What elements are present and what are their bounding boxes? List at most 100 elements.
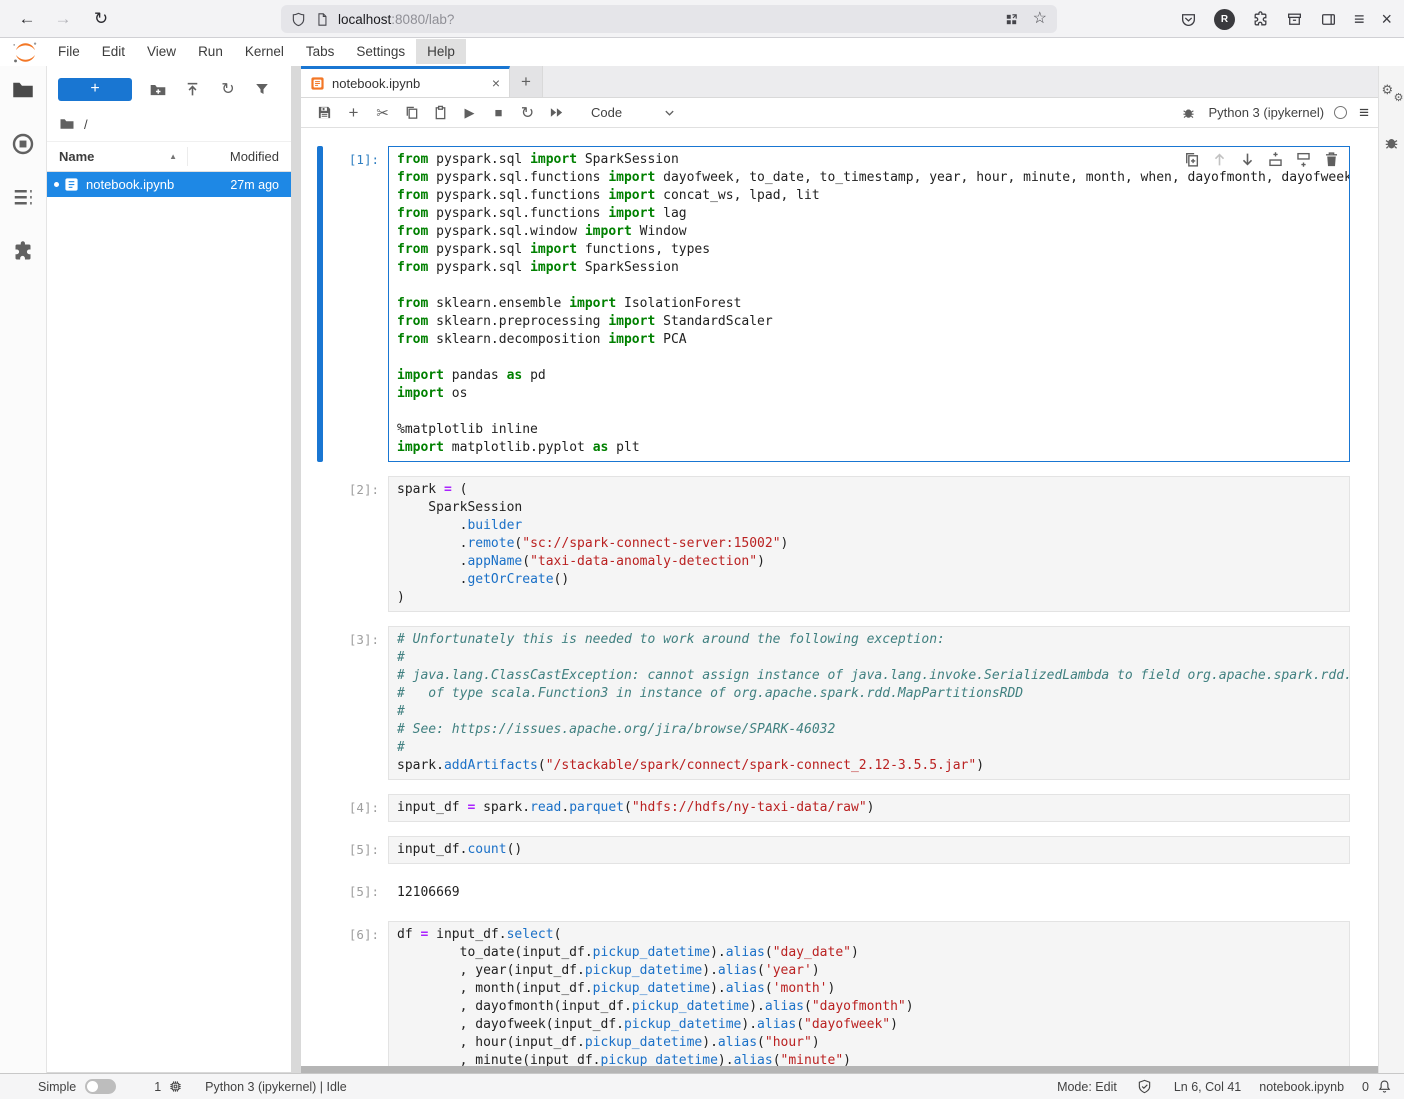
browser-menu-icon[interactable]: ≡ bbox=[1354, 10, 1365, 28]
new-launcher-button[interactable]: + bbox=[58, 78, 132, 101]
tab-close-icon[interactable]: × bbox=[492, 75, 500, 91]
kernel-sessions-count[interactable]: 1 bbox=[154, 1080, 161, 1094]
code-editor[interactable]: # Unfortunately this is needed to work a… bbox=[388, 626, 1350, 780]
insert-below-icon[interactable] bbox=[1295, 151, 1312, 168]
extension-icon[interactable] bbox=[1252, 11, 1269, 28]
code-line: , dayofweek(input_df.pickup_datetime).al… bbox=[397, 1016, 1349, 1034]
kernel-status-circle bbox=[1334, 106, 1347, 119]
filter-icon[interactable] bbox=[254, 81, 272, 99]
notebook-cell: [2]:spark = ( SparkSession .builder .rem… bbox=[317, 476, 1350, 612]
code-line: from sklearn.ensemble import IsolationFo… bbox=[397, 295, 1349, 313]
move-up-icon bbox=[1211, 151, 1228, 168]
code-editor[interactable]: input_df.count() bbox=[388, 836, 1350, 864]
execution-count: [4]: bbox=[323, 794, 388, 822]
restart-run-all-icon[interactable] bbox=[542, 102, 571, 124]
containers-icon[interactable] bbox=[1004, 12, 1019, 27]
downloads-archive-icon[interactable] bbox=[1286, 11, 1303, 28]
browser-chrome: ← → ↻ localhost:8080/lab? ☆ R bbox=[0, 0, 1404, 38]
page-icon[interactable] bbox=[315, 12, 329, 27]
execution-count: [5]: bbox=[323, 836, 388, 864]
new-folder-icon[interactable] bbox=[149, 81, 167, 99]
property-inspector-icon[interactable]: ⚙⚙ bbox=[1382, 82, 1402, 102]
tab-notebook[interactable]: notebook.ipynb × bbox=[301, 66, 510, 97]
mode-indicator[interactable]: Mode: Edit bbox=[1057, 1080, 1117, 1094]
breadcrumb[interactable]: / bbox=[47, 109, 291, 141]
extension-manager-icon[interactable] bbox=[11, 240, 35, 264]
menu-help[interactable]: Help bbox=[416, 39, 466, 64]
running-sessions-icon[interactable] bbox=[11, 132, 35, 156]
code-editor[interactable]: df = input_df.select( to_date(input_df.p… bbox=[388, 921, 1350, 1066]
code-line: , dayofmonth(input_df.pickup_datetime).a… bbox=[397, 998, 1349, 1016]
add-cell-icon[interactable]: + bbox=[339, 102, 368, 124]
menu-edit[interactable]: Edit bbox=[91, 39, 136, 64]
profile-avatar[interactable]: R bbox=[1214, 9, 1235, 30]
menu-settings[interactable]: Settings bbox=[345, 39, 416, 64]
notebook-scroll-area[interactable]: [1]:from pyspark.sql import SparkSession… bbox=[301, 128, 1378, 1066]
delete-icon[interactable] bbox=[1323, 151, 1340, 168]
cursor-position[interactable]: Ln 6, Col 41 bbox=[1174, 1080, 1241, 1094]
notebook-tab-icon bbox=[310, 76, 325, 91]
code-editor[interactable]: from pyspark.sql import SparkSessionfrom… bbox=[388, 146, 1350, 462]
window-close-icon[interactable]: × bbox=[1381, 10, 1392, 28]
notebook-cell: [5]: input_df.count() bbox=[317, 836, 1350, 864]
code-editor[interactable]: spark = ( SparkSession .builder .remote(… bbox=[388, 476, 1350, 612]
cut-cells-icon[interactable]: ✂ bbox=[368, 102, 397, 124]
interrupt-kernel-icon[interactable]: ■ bbox=[484, 102, 513, 124]
browser-reload-icon[interactable]: ↻ bbox=[88, 6, 114, 32]
kernel-name[interactable]: Python 3 (ipykernel) bbox=[1208, 105, 1324, 120]
pocket-icon[interactable] bbox=[1180, 11, 1197, 28]
run-cell-icon[interactable]: ▶ bbox=[455, 102, 484, 124]
debugger-bug-icon[interactable] bbox=[1181, 105, 1196, 120]
breadcrumb-root[interactable]: / bbox=[84, 117, 88, 132]
code-line: input_df.count() bbox=[397, 841, 1349, 859]
code-line: import pandas as pd bbox=[397, 367, 1349, 385]
code-editor[interactable]: input_df = spark.read.parquet("hdfs://hd… bbox=[388, 794, 1350, 822]
menu-tabs[interactable]: Tabs bbox=[295, 39, 346, 64]
sidebar-toggle-icon[interactable] bbox=[1320, 11, 1337, 28]
upload-icon[interactable] bbox=[184, 81, 202, 99]
shield-icon[interactable] bbox=[291, 12, 306, 27]
table-of-contents-icon[interactable] bbox=[11, 186, 35, 210]
file-browser-icon[interactable] bbox=[11, 78, 35, 102]
notebook-menu-icon[interactable]: ≡ bbox=[1359, 103, 1369, 123]
cell-type-select[interactable]: Code bbox=[591, 105, 675, 120]
restart-kernel-icon[interactable]: ↻ bbox=[513, 102, 542, 124]
file-modified: 27m ago bbox=[230, 178, 279, 192]
url-bar[interactable]: localhost:8080/lab? ☆ bbox=[281, 5, 1057, 33]
save-icon[interactable] bbox=[310, 102, 339, 124]
menu-kernel[interactable]: Kernel bbox=[234, 39, 295, 64]
paste-cells-icon[interactable] bbox=[426, 102, 455, 124]
code-line: spark = ( bbox=[397, 481, 1349, 499]
notifications-count[interactable]: 0 bbox=[1362, 1080, 1369, 1094]
simple-mode-label: Simple bbox=[38, 1080, 76, 1094]
notebook-toolbar: + ✂ ▶ ■ ↻ Code bbox=[301, 98, 1378, 128]
bell-icon[interactable] bbox=[1377, 1079, 1392, 1094]
tab-bar: notebook.ipynb × + bbox=[301, 66, 1378, 98]
column-header-name[interactable]: Name ▲ bbox=[59, 149, 187, 164]
file-row-notebook[interactable]: notebook.ipynb 27m ago bbox=[47, 172, 291, 197]
move-down-icon[interactable] bbox=[1239, 151, 1256, 168]
kernel-chip-icon[interactable] bbox=[168, 1079, 183, 1094]
code-line: %matplotlib inline bbox=[397, 421, 1349, 439]
kernel-status-text[interactable]: Python 3 (ipykernel) | Idle bbox=[205, 1080, 347, 1094]
browser-back-icon[interactable]: ← bbox=[14, 6, 40, 32]
status-bar: Simple 1 Python 3 (ipykernel) | Idle Mod… bbox=[0, 1073, 1404, 1099]
simple-mode-toggle[interactable] bbox=[85, 1079, 116, 1094]
column-header-modified[interactable]: Modified bbox=[187, 147, 279, 166]
url-path: :8080/lab? bbox=[391, 12, 454, 27]
menu-view[interactable]: View bbox=[136, 39, 187, 64]
browser-forward-icon[interactable]: → bbox=[50, 6, 76, 32]
duplicate-icon[interactable] bbox=[1183, 151, 1200, 168]
file-browser-panel: + ↻ / Name ▲ M bbox=[47, 66, 291, 1072]
insert-above-icon[interactable] bbox=[1267, 151, 1284, 168]
tab-label: notebook.ipynb bbox=[332, 76, 492, 91]
menu-file[interactable]: File bbox=[47, 39, 91, 64]
refresh-icon[interactable]: ↻ bbox=[219, 81, 237, 99]
new-tab-button[interactable]: + bbox=[510, 66, 543, 97]
horizontal-scrollbar[interactable] bbox=[301, 1066, 1378, 1073]
debugger-sidebar-icon[interactable] bbox=[1383, 134, 1400, 151]
statusbar-filename: notebook.ipynb bbox=[1259, 1080, 1344, 1094]
bookmark-star-icon[interactable]: ☆ bbox=[1033, 11, 1047, 27]
menu-run[interactable]: Run bbox=[187, 39, 234, 64]
copy-cells-icon[interactable] bbox=[397, 102, 426, 124]
